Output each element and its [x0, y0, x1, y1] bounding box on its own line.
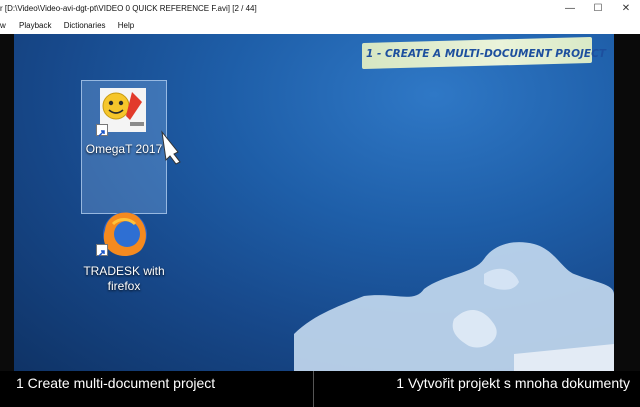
subtitle-divider	[313, 371, 314, 407]
subtitle-bar: 1 Create multi-document project 1 Vytvoř…	[0, 371, 640, 407]
menu-view[interactable]: w	[0, 17, 12, 34]
video-area[interactable]: 1 - CREATE A MULTI-DOCUMENT PROJECT Omeg…	[0, 34, 640, 371]
video-right-edge	[614, 34, 640, 371]
menu-playback[interactable]: Playback	[14, 17, 56, 34]
window-controls: — ☐ ✕	[556, 0, 640, 17]
minimize-button[interactable]: —	[556, 0, 584, 17]
subtitle-right: 1 Vytvořit projekt s mnoha dokumenty	[396, 375, 630, 391]
menu-help[interactable]: Help	[113, 17, 139, 34]
banner-title: 1 - CREATE A MULTI-DOCUMENT PROJECT	[366, 48, 606, 60]
title-bar: r [D:\Video\Video-avi-dgt-pt\VIDEO 0 QUI…	[0, 0, 640, 17]
shortcut-arrow-icon	[96, 124, 108, 137]
menu-dictionaries[interactable]: Dictionaries	[59, 17, 111, 34]
omegat-label[interactable]: OmegaT 2017	[81, 142, 167, 157]
mouse-cursor-icon	[161, 130, 181, 165]
close-button[interactable]: ✕	[612, 0, 640, 17]
maximize-button[interactable]: ☐	[584, 0, 612, 17]
shortcut-arrow-icon	[96, 244, 108, 257]
subtitle-left: 1 Create multi-document project	[16, 375, 216, 391]
menu-bar: w Playback Dictionaries Help	[0, 17, 640, 34]
window-title: r [D:\Video\Video-avi-dgt-pt\VIDEO 0 QUI…	[0, 4, 257, 13]
firefox-label[interactable]: TRADESK with firefox	[71, 264, 177, 294]
